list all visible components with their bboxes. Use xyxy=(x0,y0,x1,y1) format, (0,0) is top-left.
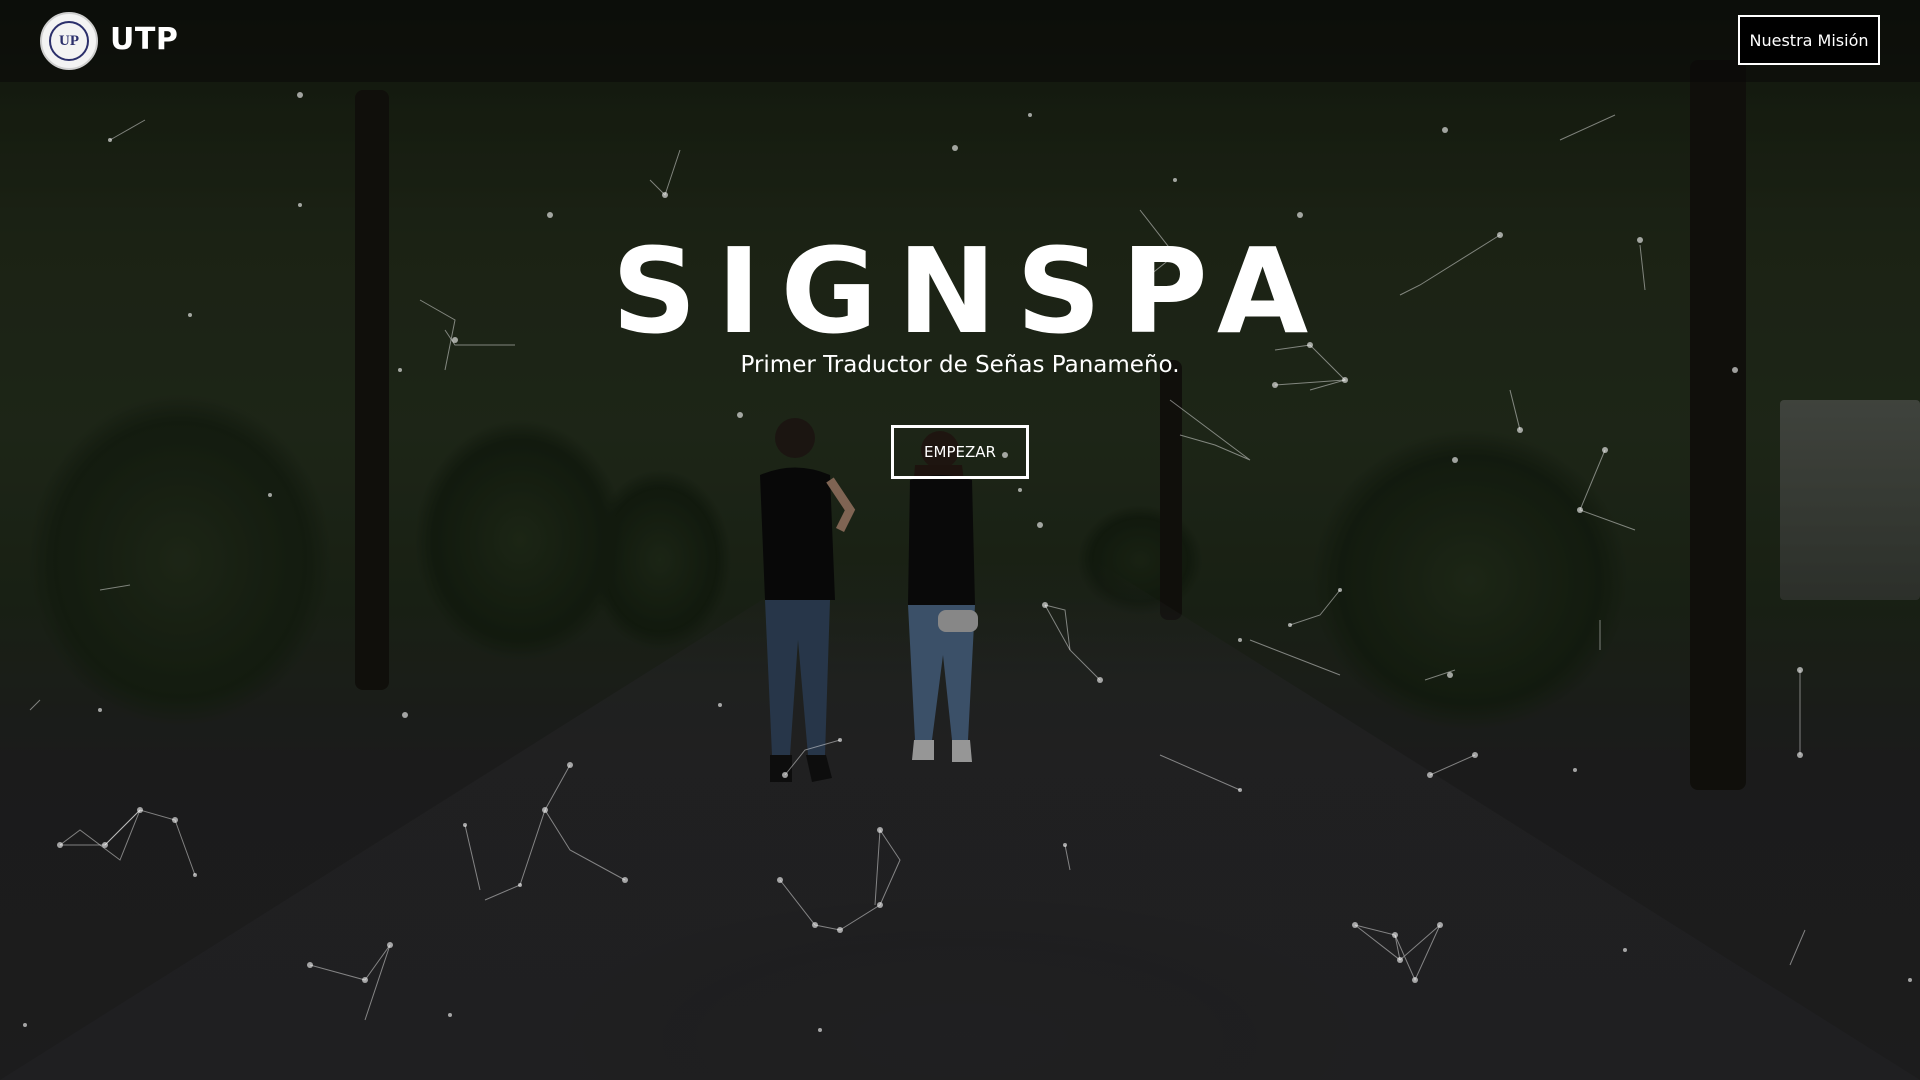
page-subtitle: Primer Traductor de Señas Panameño. xyxy=(740,352,1180,378)
hero-background xyxy=(0,0,1920,1080)
start-button[interactable]: EMPEZAR xyxy=(891,425,1029,479)
top-navbar: UP UTP Nuestra Misión xyxy=(0,0,1920,82)
particle-network xyxy=(23,92,1912,1032)
page-title: SIGNSPA xyxy=(611,222,1329,360)
mission-button[interactable]: Nuestra Misión xyxy=(1738,15,1880,65)
brand-name[interactable]: UTP xyxy=(110,22,178,57)
utp-logo-icon[interactable]: UP xyxy=(40,12,98,70)
utp-seal-icon: UP xyxy=(49,21,89,61)
